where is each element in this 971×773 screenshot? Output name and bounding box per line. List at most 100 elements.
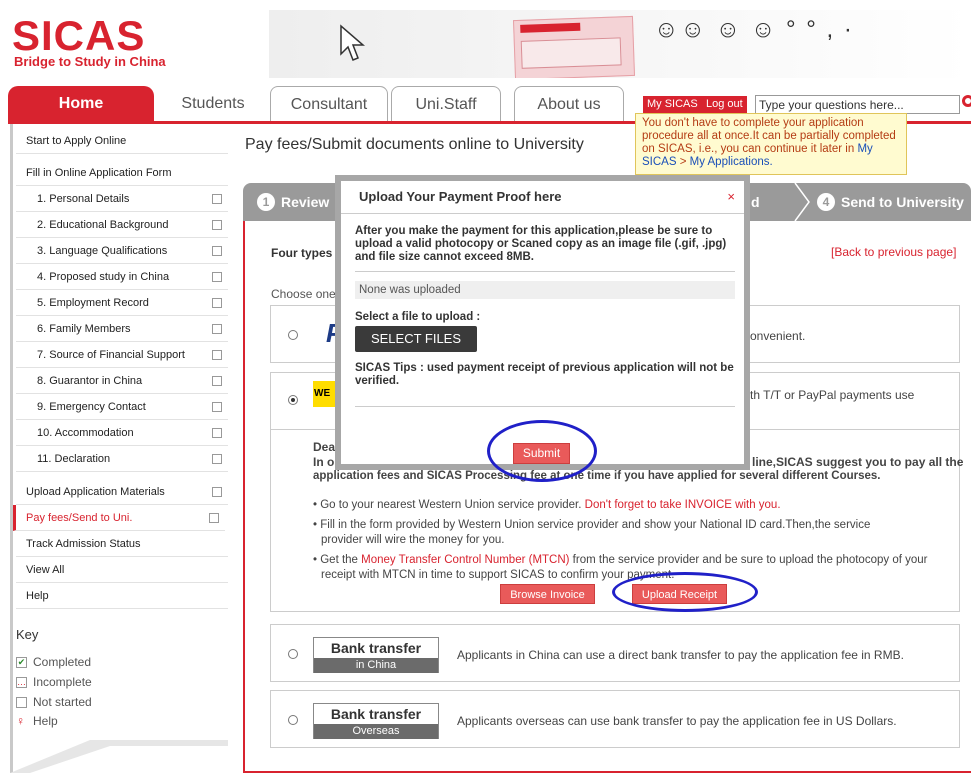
sidebar-item-upload-materials[interactable]: Upload Application Materials: [16, 479, 228, 505]
banner-magazine-image: [512, 15, 636, 78]
sidebar-item-pay-fees[interactable]: Pay fees/Send to Uni.: [13, 505, 225, 531]
close-icon[interactable]: ×: [727, 189, 735, 204]
radio-paypal[interactable]: [288, 330, 298, 340]
key-label: Completed: [33, 655, 92, 669]
cursor-icon: [340, 24, 365, 61]
tooltip-link-my-applications[interactable]: My Applications.: [690, 156, 773, 168]
sidebar-item-declaration[interactable]: 11. Declaration: [16, 446, 228, 472]
browse-invoice-button[interactable]: Browse Invoice: [500, 584, 595, 604]
status-checkbox: [212, 376, 222, 386]
key-title: Key: [16, 627, 39, 642]
check-icon: ✔: [16, 656, 27, 668]
step-label: d: [751, 194, 760, 210]
sidebar-item-financial-support[interactable]: 7. Source of Financial Support: [16, 342, 228, 368]
sidebar-item-label: Pay fees/Send to Uni.: [26, 511, 133, 524]
badge-sub: Overseas: [314, 724, 438, 739]
sidebar-item-view-all[interactable]: View All: [16, 557, 228, 583]
step-label: Review: [281, 194, 330, 210]
sidebar-item-fill-form[interactable]: Fill in Online Application Form: [16, 160, 228, 186]
sidebar-item-track-status[interactable]: Track Admission Status: [16, 531, 228, 557]
logo-text: SICAS: [12, 12, 146, 59]
sidebar-item-label: 8. Guarantor in China: [37, 374, 143, 387]
key-incomplete: … Incomplete: [16, 675, 92, 689]
step-number: 1: [257, 193, 275, 211]
status-checkbox: [212, 298, 222, 308]
radio-bank-overseas[interactable]: [288, 715, 298, 725]
upload-status: None was uploaded: [355, 281, 735, 299]
select-file-label: Select a file to upload :: [355, 311, 481, 323]
help-tooltip: You don't have to complete your applicat…: [635, 113, 907, 175]
my-sicas-button[interactable]: My SICAS: [643, 96, 702, 113]
status-checkbox: [212, 194, 222, 204]
sidebar-item-family-members[interactable]: 6. Family Members: [16, 316, 228, 342]
sidebar-item-label: 7. Source of Financial Support: [37, 348, 185, 361]
modal-header-divider: [341, 213, 744, 214]
status-checkbox: [212, 272, 222, 282]
badge-sub: in China: [314, 658, 438, 673]
select-files-button[interactable]: SELECT FILES: [355, 326, 477, 352]
annotation-ellipse-upload-receipt: [612, 572, 758, 612]
step-number: 4: [817, 193, 835, 211]
key-not-started: Not started: [16, 695, 92, 709]
help-bulb-icon: ♀: [16, 714, 25, 728]
sidebar-item-label: 1. Personal Details: [37, 192, 130, 205]
tooltip-separator: >: [676, 156, 690, 168]
sidebar-item-proposed-study[interactable]: 4. Proposed study in China: [16, 264, 228, 290]
status-checkbox: [212, 454, 222, 464]
modal-tips: SICAS Tips : used payment receipt of pre…: [355, 362, 734, 387]
logout-button[interactable]: Log out: [702, 96, 747, 113]
sidebar-item-help[interactable]: Help: [16, 583, 228, 609]
tab-consultant[interactable]: Consultant: [270, 86, 388, 122]
step-label: Send to University: [841, 194, 964, 210]
status-checkbox: [212, 402, 222, 412]
sidebar-item-emergency-contact[interactable]: 9. Emergency Contact: [16, 394, 228, 420]
wu-bullet-2: • Fill in the form provided by Western U…: [313, 519, 871, 546]
bullet-text: Fill in the form provided by Western Uni…: [320, 519, 871, 546]
sidebar-item-accommodation[interactable]: 10. Accommodation: [16, 420, 228, 446]
modal-instructions: After you make the payment for this appl…: [355, 225, 727, 263]
sidebar-item-educational-background[interactable]: 2. Educational Background: [16, 212, 228, 238]
sidebar-item-language-qualifications[interactable]: 3. Language Qualifications: [16, 238, 228, 264]
header-banner: ☺☺ ☺ ☺ ° ° , ·: [269, 10, 971, 78]
step-arrow-icon: [794, 183, 810, 221]
status-checkbox: [212, 246, 222, 256]
sidebar-item-label: 5. Employment Record: [37, 296, 149, 309]
status-checkbox: [212, 324, 222, 334]
wu-suggest-text: line,SICAS suggest you to pay all the: [752, 455, 964, 469]
status-checkbox: [212, 428, 222, 438]
smiley-faces-icon: ☺☺ ☺ ☺ ° ° , ·: [654, 16, 854, 43]
tab-students[interactable]: Students: [158, 86, 268, 122]
paypal-description: onvenient.: [750, 329, 806, 343]
step-send-to-university: 4 Send to University: [817, 183, 964, 221]
sidebar-item-guarantor[interactable]: 8. Guarantor in China: [16, 368, 228, 394]
status-checkbox: [209, 513, 219, 523]
status-checkbox: [212, 220, 222, 230]
sidebar-decoration: [10, 740, 228, 773]
sidebar-item-label: 3. Language Qualifications: [37, 244, 168, 257]
back-link[interactable]: [Back to previous page]: [831, 245, 956, 259]
tab-home[interactable]: Home: [8, 86, 154, 122]
bullet-highlight[interactable]: Money Transfer Control Number (MTCN): [361, 554, 569, 566]
tab-about-us[interactable]: About us: [514, 86, 624, 122]
tab-uni-staff[interactable]: Uni.Staff: [391, 86, 501, 122]
key-label: Incomplete: [33, 675, 92, 689]
bank-china-description: Applicants in China can use a direct ban…: [457, 648, 904, 662]
incomplete-icon: …: [16, 676, 27, 688]
search-input[interactable]: [755, 95, 960, 114]
empty-box-icon: [16, 696, 27, 708]
search-icon[interactable]: [962, 95, 971, 107]
radio-western-union[interactable]: [288, 395, 298, 405]
key-help: ♀ Help: [16, 714, 58, 728]
step-review: 1 Review: [257, 183, 329, 221]
sidebar-item-label: 9. Emergency Contact: [37, 400, 146, 413]
sicas-logo[interactable]: SICAS Bridge to Study in China: [8, 12, 228, 72]
western-union-description: th T/T or PayPal payments use: [750, 388, 915, 402]
sidebar-item-start[interactable]: Start to Apply Online: [16, 128, 228, 154]
key-label: Not started: [33, 695, 92, 709]
radio-bank-china[interactable]: [288, 649, 298, 659]
sidebar-item-personal-details[interactable]: 1. Personal Details: [16, 186, 228, 212]
sidebar-item-employment-record[interactable]: 5. Employment Record: [16, 290, 228, 316]
key-completed: ✔ Completed: [16, 655, 91, 669]
wu-bullet-1: • Go to your nearest Western Union servi…: [313, 499, 781, 511]
bullet-text: Go to your nearest Western Union service…: [320, 499, 585, 511]
